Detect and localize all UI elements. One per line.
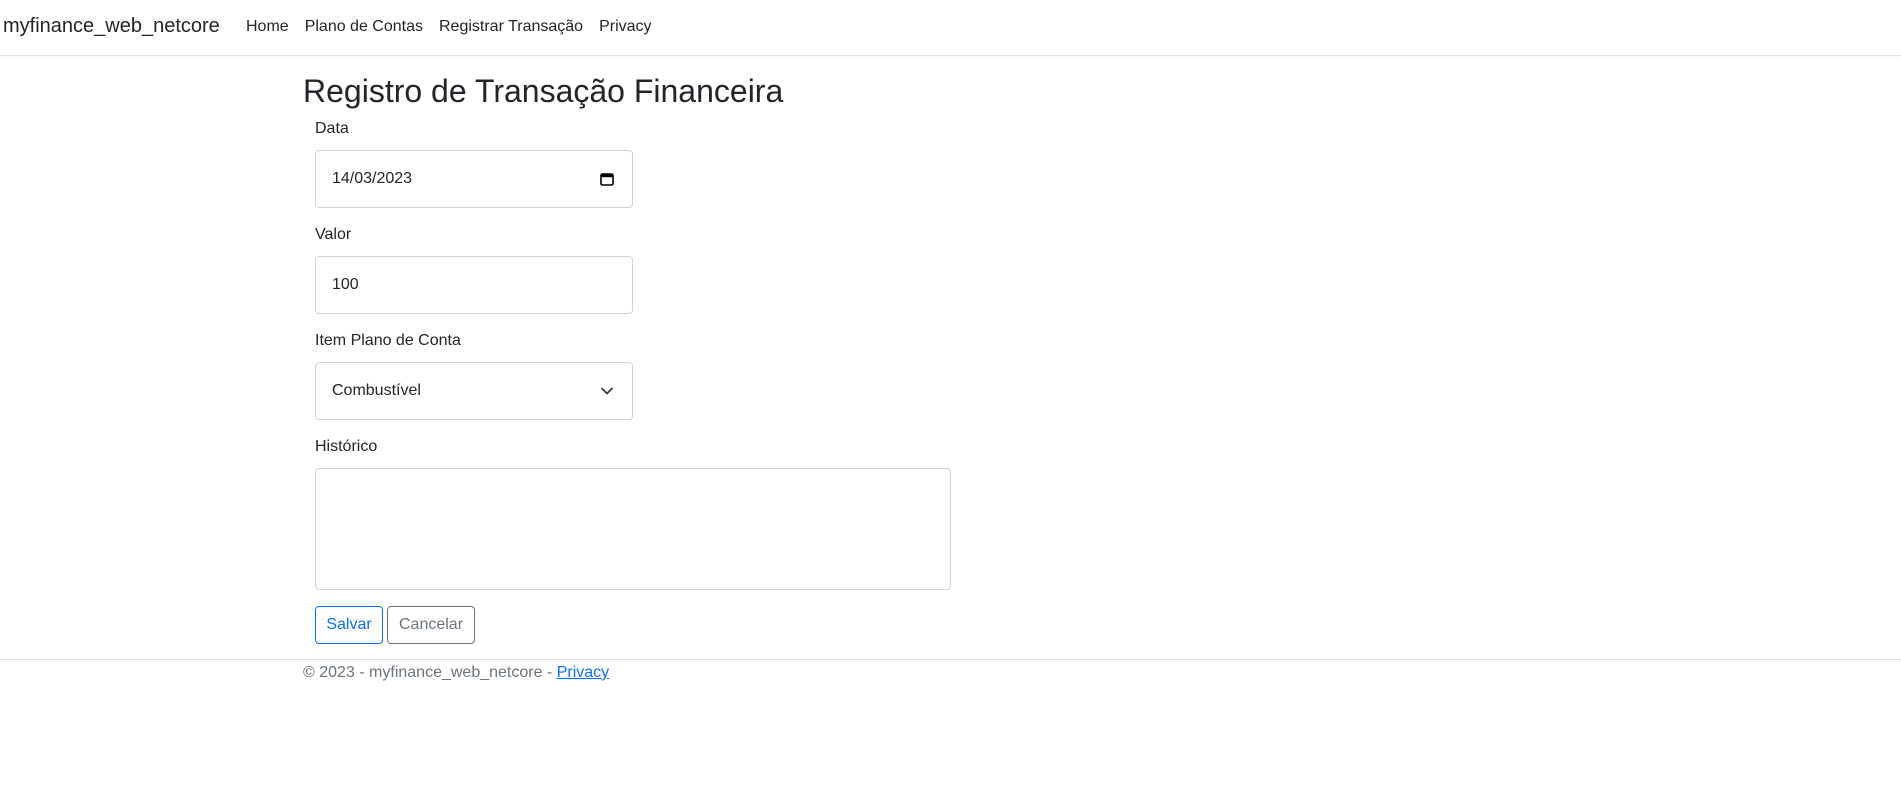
calendar-icon[interactable] — [598, 170, 616, 188]
date-value: 14/03/2023 — [332, 170, 413, 187]
historico-label: Histórico — [315, 438, 378, 455]
page-title: Registro de Transação Financeira — [303, 73, 784, 109]
nav-link-plano-de-contas[interactable]: Plano de Contas — [297, 18, 431, 36]
data-label: Data — [315, 120, 349, 137]
footer-privacy-link[interactable]: Privacy — [557, 664, 609, 681]
footer — [0, 659, 1901, 699]
chevron-down-icon — [598, 382, 616, 400]
valor-value: 100 — [332, 276, 359, 293]
item-plano-conta-selected: Combustível — [332, 382, 421, 399]
item-plano-conta-label: Item Plano de Conta — [315, 332, 461, 349]
footer-copyright: © 2023 - myfinance_web_netcore - — [303, 664, 557, 681]
brand-link[interactable]: myfinance_web_netcore — [3, 15, 220, 38]
nav-links: Home Plano de Contas Registrar Transação… — [238, 18, 660, 36]
item-plano-conta-select[interactable]: Combustível — [315, 362, 633, 420]
cancel-button[interactable]: Cancelar — [387, 606, 475, 644]
nav-link-home[interactable]: Home — [238, 18, 297, 36]
valor-label: Valor — [315, 226, 352, 243]
save-button[interactable]: Salvar — [315, 606, 383, 644]
historico-textarea[interactable] — [315, 468, 951, 590]
date-input[interactable]: 14/03/2023 — [315, 150, 633, 208]
top-navbar: myfinance_web_netcore Home Plano de Cont… — [0, 0, 1901, 56]
nav-link-registrar-transacao[interactable]: Registrar Transação — [431, 18, 591, 36]
valor-input[interactable]: 100 — [315, 256, 633, 314]
nav-link-privacy[interactable]: Privacy — [591, 18, 659, 36]
footer-text: © 2023 - myfinance_web_netcore - Privacy — [303, 664, 609, 682]
